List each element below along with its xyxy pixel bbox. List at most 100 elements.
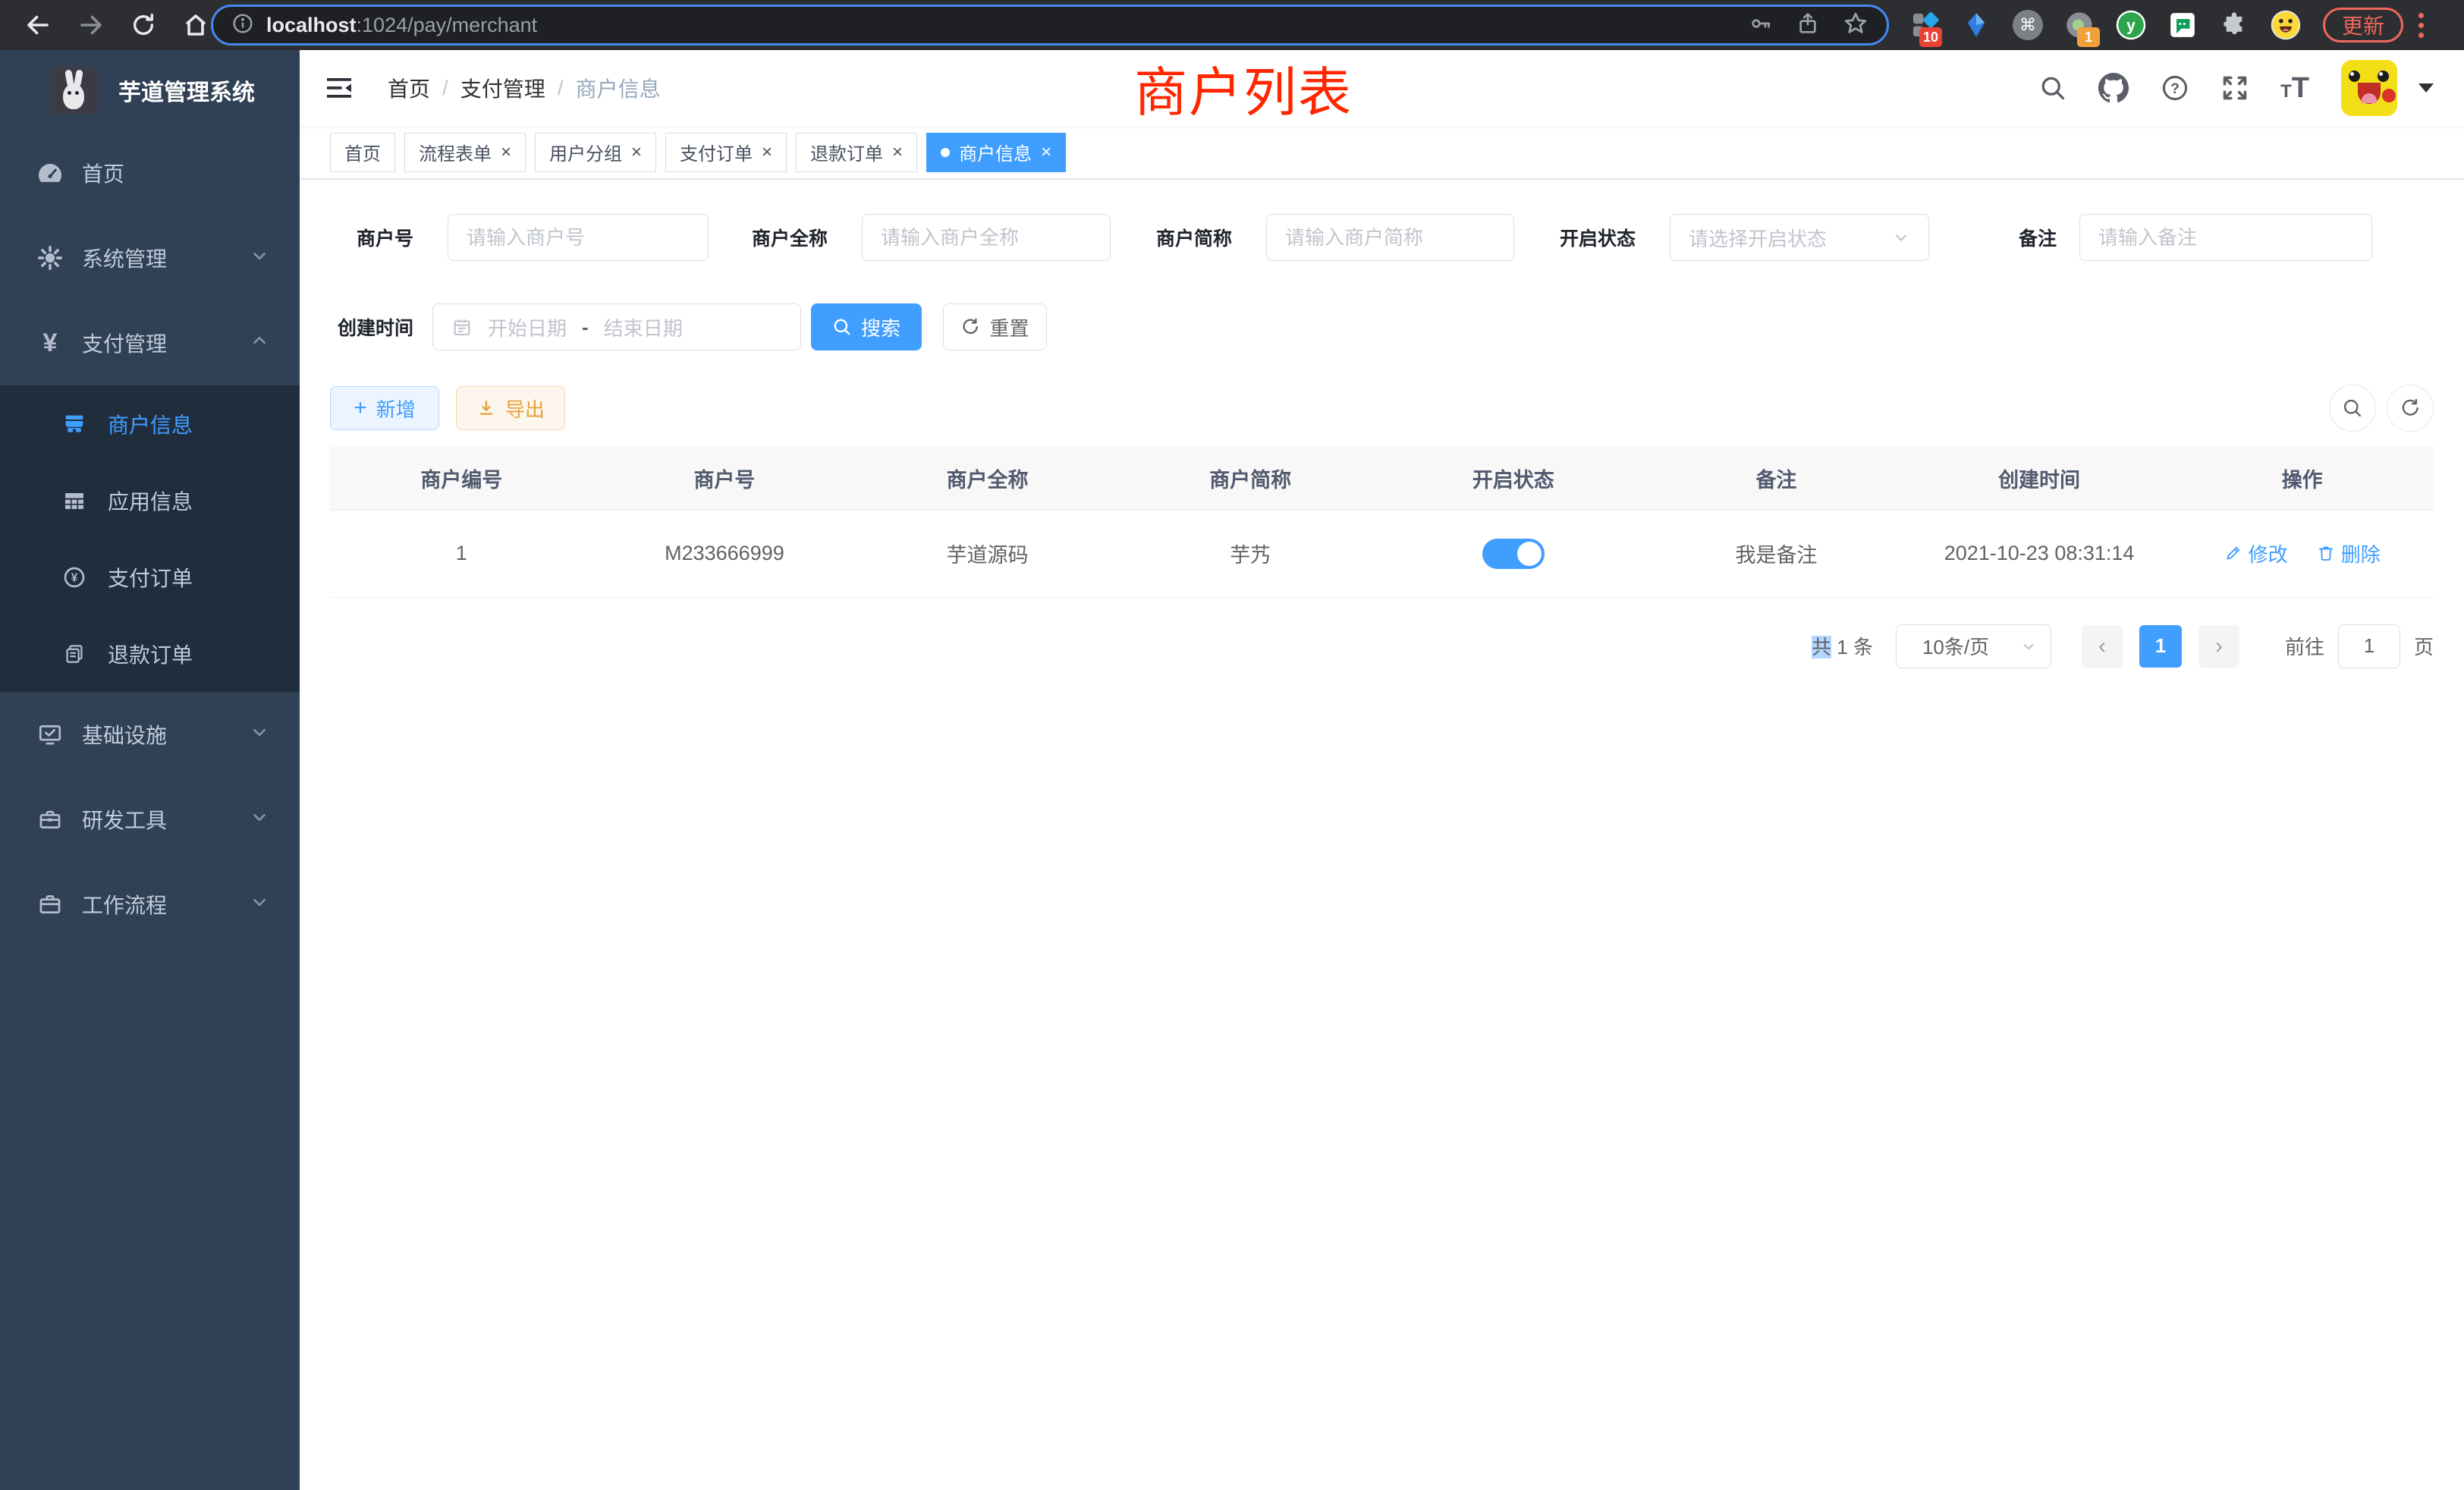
browser-menu-icon[interactable]	[2418, 13, 2424, 38]
sidebar-item-pay-order[interactable]: ¥ 支付订单	[0, 539, 300, 615]
sidebar-item-home[interactable]: 首页	[0, 130, 300, 215]
close-icon[interactable]: ×	[631, 143, 642, 162]
sidebar-item-infrastructure[interactable]: 基础设施	[0, 692, 300, 777]
sidebar-item-system[interactable]: 系统管理	[0, 215, 300, 300]
sidebar-item-workflow[interactable]: 工作流程	[0, 862, 300, 947]
extension-y-icon[interactable]: y	[2115, 9, 2147, 41]
browser-home-icon[interactable]	[182, 11, 209, 39]
password-key-icon[interactable]	[1749, 11, 1773, 39]
sidebar-item-dev-tools[interactable]: 研发工具	[0, 777, 300, 862]
filter-row-2: 创建时间 开始日期 - 结束日期 搜索 重置	[330, 303, 2434, 350]
create-time-range-input[interactable]: 开始日期 - 结束日期	[432, 303, 801, 350]
filter-row-1: 商户号 商户全称 商户简称 开启状态 请选择开启状态 备注	[330, 214, 2434, 261]
bookmark-star-icon[interactable]	[1843, 11, 1868, 40]
sidebar-collapse-icon[interactable]	[325, 76, 353, 100]
chevron-left-icon: ‹	[2098, 633, 2106, 659]
goto-page-input[interactable]	[2338, 624, 2400, 668]
cell-merchant-no: M233666999	[593, 510, 856, 597]
page-content: 商户号 商户全称 商户简称 开启状态 请选择开启状态 备注 创建时间	[300, 179, 2464, 1490]
grid-icon	[61, 489, 88, 513]
avatar-caret-icon[interactable]	[2418, 83, 2434, 93]
extensions-puzzle-icon[interactable]	[2218, 9, 2250, 41]
url-text[interactable]: localhost:1024/pay/merchant	[266, 14, 1749, 37]
plus-icon: +	[354, 395, 367, 421]
end-date-placeholder: 结束日期	[604, 313, 683, 341]
breadcrumb-current: 商户信息	[576, 73, 661, 103]
tab-user-group[interactable]: 用户分组×	[535, 133, 656, 172]
browser-back-icon[interactable]	[24, 11, 52, 39]
show-search-toggle-button[interactable]	[2329, 385, 2376, 432]
help-icon[interactable]: ?	[2161, 74, 2189, 102]
refresh-table-button[interactable]	[2387, 385, 2434, 432]
tab-pay-order[interactable]: 支付订单×	[665, 133, 787, 172]
chevron-down-icon	[250, 722, 269, 747]
remark-label: 备注	[1981, 224, 2057, 251]
fullscreen-icon[interactable]	[2221, 74, 2249, 102]
prev-page-button[interactable]: ‹	[2082, 625, 2123, 668]
svg-text:y: y	[2126, 17, 2136, 35]
col-status: 开启状态	[1382, 447, 1645, 510]
extension-kite-icon[interactable]	[1960, 9, 1992, 41]
tab-home[interactable]: 首页	[330, 133, 395, 172]
tab-refund-order[interactable]: 退款订单×	[796, 133, 917, 172]
edit-button[interactable]: 修改	[2224, 539, 2288, 567]
breadcrumb-payment[interactable]: 支付管理	[460, 73, 545, 103]
sidebar-item-app-info[interactable]: 应用信息	[0, 462, 300, 539]
edit-pen-icon	[2224, 544, 2242, 562]
status-select[interactable]: 请选择开启状态	[1670, 214, 1929, 261]
sidebar-logo[interactable]: 芋道管理系统	[0, 50, 300, 130]
merchant-short-input[interactable]	[1266, 214, 1514, 261]
browser-forward-icon[interactable]	[77, 11, 105, 39]
close-icon[interactable]: ×	[501, 143, 511, 162]
close-icon[interactable]: ×	[762, 143, 772, 162]
sidebar-item-refund-order[interactable]: 退款订单	[0, 615, 300, 692]
page-size-select[interactable]: 10条/页	[1896, 624, 2051, 668]
merchant-name-input[interactable]	[862, 214, 1111, 261]
cell-short-name: 芋艿	[1119, 510, 1382, 597]
pagination: 共 1 条 10条/页 ‹ 1 › 前往 页	[330, 624, 2434, 668]
user-avatar[interactable]	[2341, 60, 2397, 116]
extension-grid-diamond-icon[interactable]: 10	[1909, 9, 1941, 41]
sidebar-item-payment[interactable]: ¥ 支付管理	[0, 300, 300, 385]
extension-recorder-icon[interactable]: 1	[2063, 9, 2095, 41]
cell-status	[1382, 510, 1645, 597]
header-search-icon[interactable]	[2039, 74, 2066, 102]
tab-merchant-info[interactable]: 商户信息×	[926, 133, 1066, 172]
cell-merchant-id: 1	[330, 510, 593, 597]
reset-button[interactable]: 重置	[943, 303, 1047, 350]
breadcrumb-home[interactable]: 首页	[388, 73, 430, 103]
font-size-icon[interactable]: TT	[2280, 72, 2309, 105]
status-toggle[interactable]	[1482, 539, 1545, 569]
share-icon[interactable]	[1796, 11, 1820, 39]
add-button[interactable]: + 新增	[330, 386, 439, 430]
search-button[interactable]: 搜索	[811, 303, 922, 350]
coin-yen-icon: ¥	[61, 565, 88, 589]
remark-input[interactable]	[2079, 214, 2372, 261]
merchant-name-label: 商户全称	[740, 224, 828, 251]
trash-icon	[2317, 544, 2335, 562]
address-bar[interactable]: localhost:1024/pay/merchant	[211, 5, 1889, 46]
merchant-no-input[interactable]	[448, 214, 709, 261]
current-page-button[interactable]: 1	[2139, 625, 2182, 668]
next-page-button[interactable]: ›	[2198, 625, 2239, 668]
chevron-down-icon	[2020, 638, 2037, 655]
delete-button[interactable]: 删除	[2317, 539, 2381, 567]
col-short-name: 商户简称	[1119, 447, 1382, 510]
date-range-separator: -	[582, 316, 589, 339]
profile-emoji-avatar[interactable]	[2270, 9, 2302, 41]
extension-badge: 10	[1919, 27, 1942, 47]
annotation-merchant-list: 商户列表	[1134, 50, 1353, 127]
close-icon[interactable]: ×	[892, 143, 903, 162]
site-info-icon[interactable]	[231, 12, 254, 39]
tab-process-form[interactable]: 流程表单×	[404, 133, 526, 172]
export-button[interactable]: 导出	[456, 386, 565, 430]
github-icon[interactable]	[2098, 73, 2129, 103]
extension-command-icon[interactable]: ⌘	[2012, 9, 2044, 41]
breadcrumb: 首页 / 支付管理 / 商户信息	[388, 73, 661, 103]
top-navbar: 首页 / 支付管理 / 商户信息 商户列表 ? T	[300, 50, 2464, 126]
close-icon[interactable]: ×	[1041, 143, 1051, 162]
browser-update-button[interactable]: 更新	[2323, 8, 2403, 42]
browser-reload-icon[interactable]	[130, 12, 156, 38]
sidebar-item-merchant-info[interactable]: 商户信息	[0, 385, 300, 462]
extension-chat-icon[interactable]	[2167, 9, 2198, 41]
